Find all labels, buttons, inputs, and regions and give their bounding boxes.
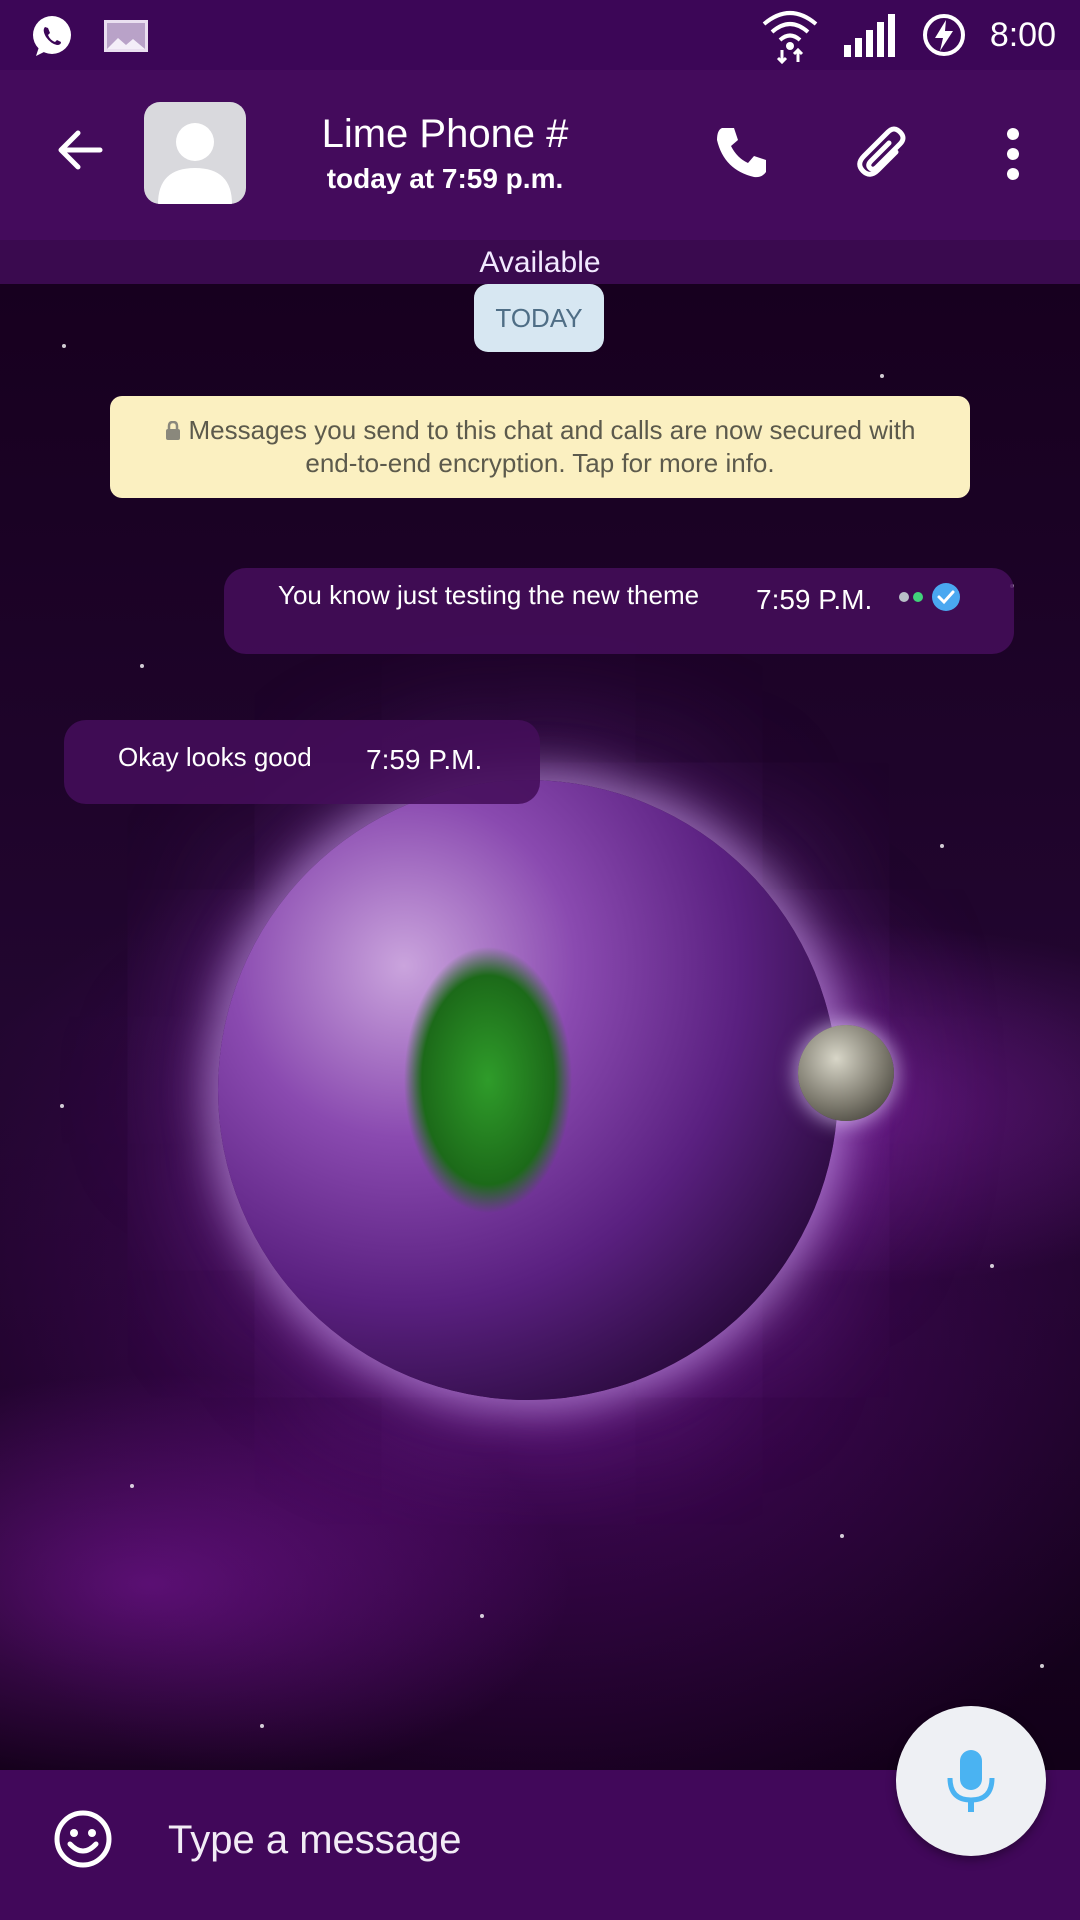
message-text: Okay looks good (118, 742, 312, 772)
contact-name: Lime Phone # (321, 112, 569, 156)
attach-icon[interactable] (852, 122, 916, 186)
clock: 8:00 (989, 15, 1056, 54)
mic-icon (947, 1750, 995, 1812)
emoji-icon[interactable] (52, 1808, 114, 1870)
battery-charging-icon (922, 14, 965, 56)
date-chip: TODAY (474, 284, 604, 352)
message-bubble-outgoing[interactable]: You know just testing the new theme 7:59… (224, 568, 1014, 654)
contact-title[interactable]: Lime Phone # today at 7:59 p.m. (260, 112, 630, 195)
message-time: 7:59 P.M. (366, 744, 483, 775)
whatsapp-icon (33, 16, 71, 56)
encryption-notice-text: Messages you send to this chat and calls… (188, 415, 916, 478)
presence-status: Available (479, 246, 601, 279)
presence-strip: Available (0, 240, 1080, 284)
back-arrow-icon[interactable] (50, 120, 110, 180)
avatar[interactable] (144, 102, 246, 204)
lock-icon (165, 421, 180, 440)
encryption-notice[interactable]: Messages you send to this chat and calls… (110, 396, 970, 498)
call-icon[interactable] (712, 122, 772, 182)
status-bar: 8:00 (0, 0, 1080, 70)
message-time: 7:59 P.M. (756, 584, 873, 615)
wifi-icon (762, 11, 818, 64)
planet-image (218, 780, 838, 1400)
mic-button[interactable] (896, 1706, 1046, 1856)
more-vert-icon[interactable] (990, 122, 1036, 186)
last-seen: today at 7:59 p.m. (326, 163, 564, 194)
image-icon (104, 20, 148, 52)
message-input[interactable] (168, 1808, 748, 1872)
message-bubble-incoming[interactable]: Okay looks good 7:59 P.M. (64, 720, 540, 804)
read-receipt-icon (899, 583, 960, 611)
message-text: You know just testing the new theme (278, 580, 700, 610)
signal-icon (843, 14, 895, 57)
moon-image (798, 1025, 894, 1121)
person-icon (158, 123, 232, 204)
